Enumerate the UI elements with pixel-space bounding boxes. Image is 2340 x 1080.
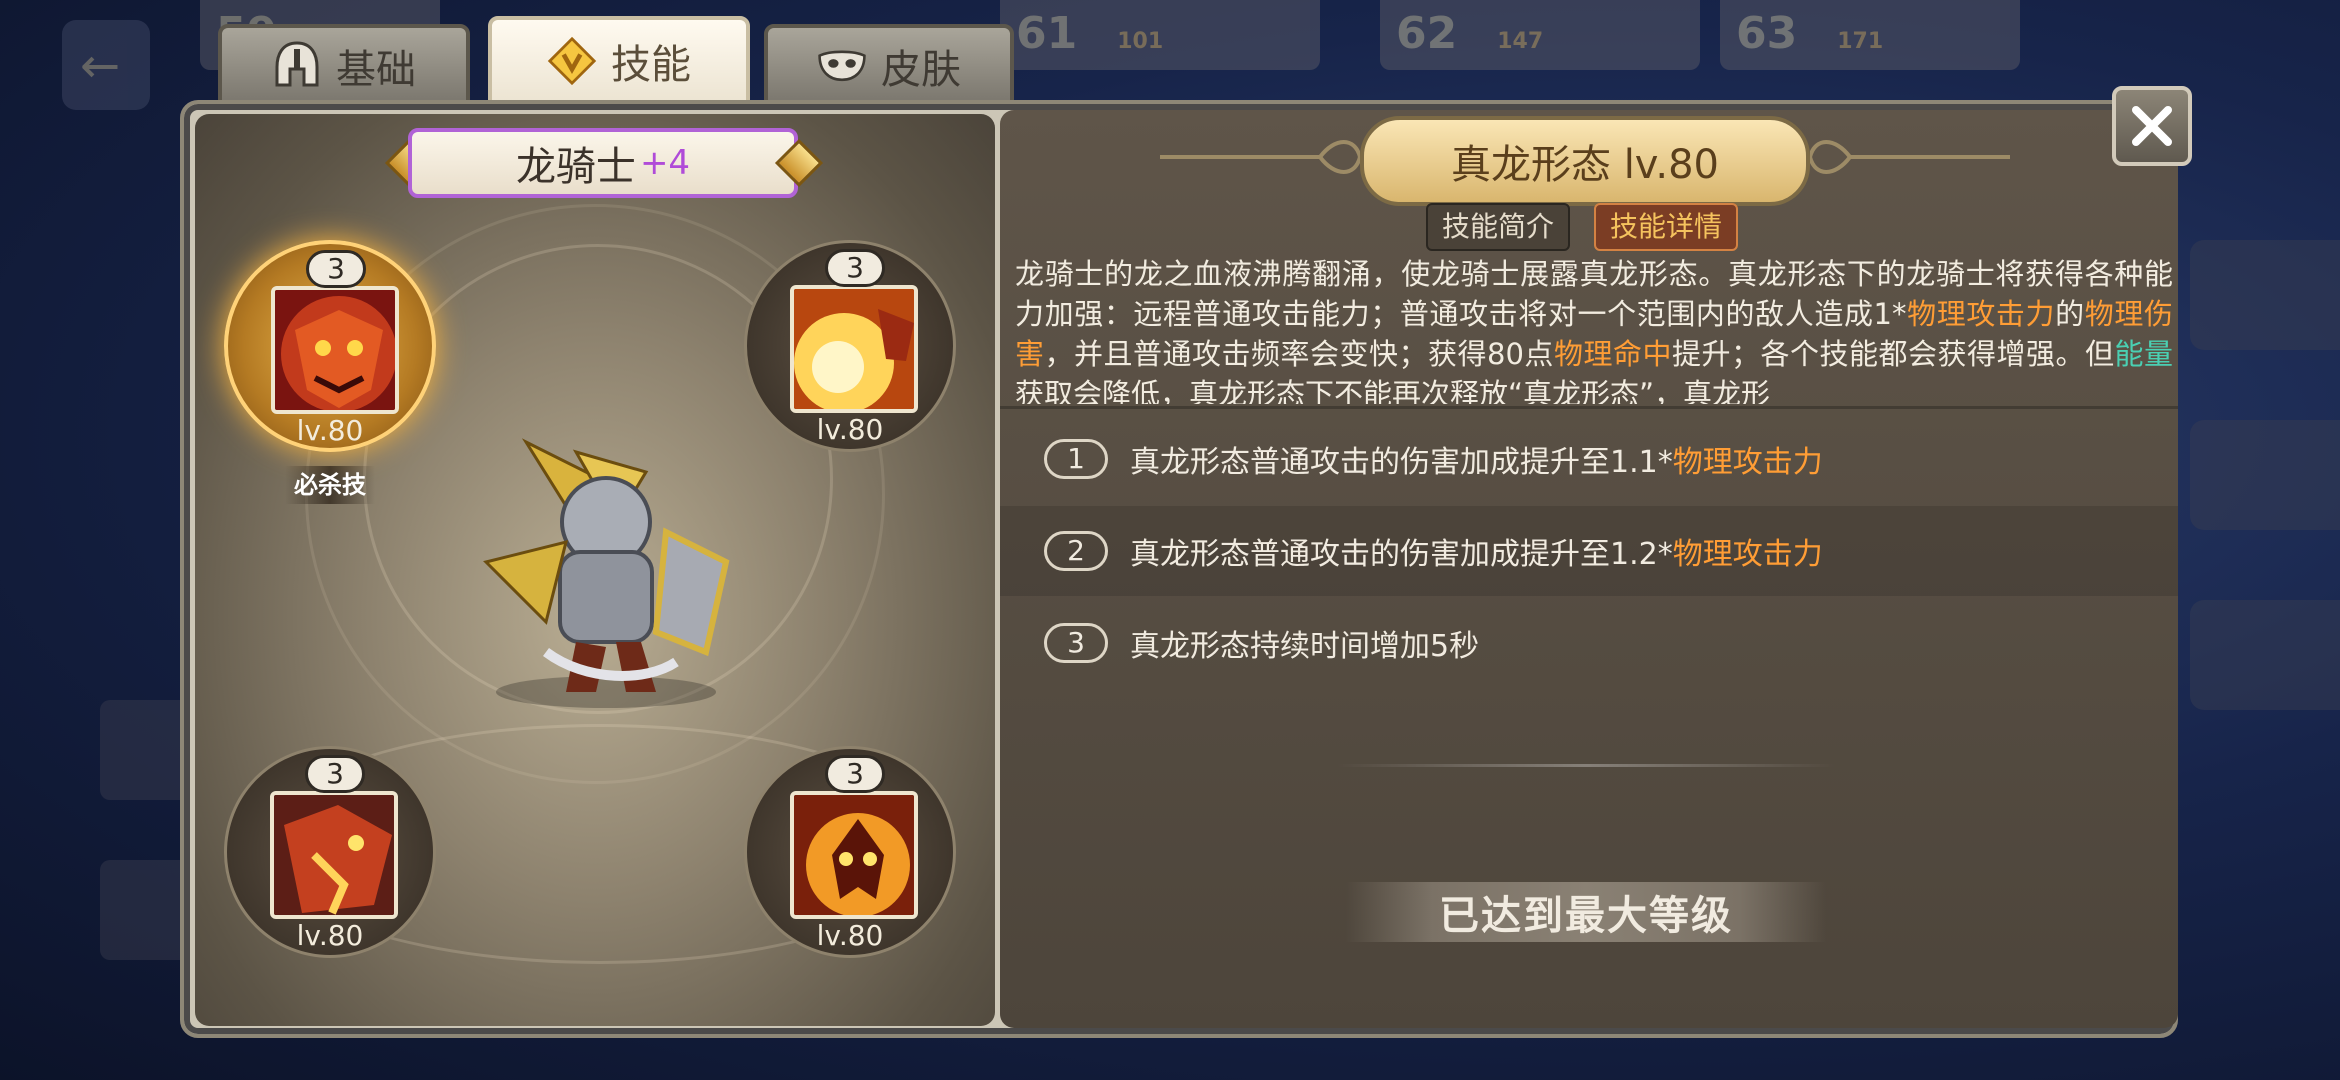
skill-slot-ultimate[interactable]: 3 lv.80 bbox=[224, 240, 436, 452]
background-card: 62 147 bbox=[1380, 0, 1700, 70]
title-ornament-icon bbox=[1160, 140, 1360, 174]
description-highlight: 物理命中 bbox=[1553, 337, 1672, 371]
upgrade-row: 3 真龙形态持续时间增加5秒 bbox=[1000, 598, 2178, 688]
background-side-item bbox=[2190, 600, 2340, 710]
upgrade-number: 3 bbox=[1044, 623, 1108, 663]
skill-badge-icon bbox=[547, 36, 597, 86]
background-side-item bbox=[2190, 420, 2340, 530]
red-dragon-skill-icon bbox=[271, 286, 399, 414]
skill-level: lv.80 bbox=[816, 919, 884, 952]
game-screen: ← 59 61101 62147 63171 基础 技能 皮肤 龙骑士+4 bbox=[0, 0, 2340, 1080]
flame-dragon-head-skill-icon bbox=[790, 791, 918, 919]
skill-description[interactable]: 龙骑士的龙之血液沸腾翻涌，使龙骑士展露真龙形态。真龙形态下的龙骑士将获得各种能力… bbox=[1015, 254, 2173, 404]
background-card: 61 101 bbox=[1000, 0, 1320, 70]
upgrade-row: 1 真龙形态普通攻击的伤害加成提升至1.1* 物理攻击力 bbox=[1000, 414, 2178, 504]
dragon-knight-skill-icon bbox=[270, 791, 398, 919]
background-card: 63 171 bbox=[1720, 0, 2020, 70]
upgrade-highlight: 物理攻击力 bbox=[1672, 537, 1823, 572]
skill-count-badge: 3 bbox=[305, 755, 365, 793]
ornament-divider bbox=[1336, 764, 1836, 767]
tab-label: 皮肤 bbox=[881, 47, 961, 93]
description-highlight: 物理攻击力 bbox=[1906, 297, 2056, 331]
helmet-icon bbox=[272, 41, 322, 91]
upgrade-row: 2 真龙形态普通攻击的伤害加成提升至1.2* 物理攻击力 bbox=[1000, 506, 2178, 596]
background-side-item bbox=[100, 860, 190, 960]
close-button[interactable] bbox=[2112, 86, 2192, 166]
background-side-item bbox=[2190, 240, 2340, 350]
description-highlight: 能量 bbox=[2114, 337, 2173, 371]
tab-basic[interactable]: 基础 bbox=[218, 24, 470, 108]
tab-skills[interactable]: 技能 bbox=[488, 16, 750, 106]
tab-label: 技能 bbox=[611, 42, 691, 88]
close-icon bbox=[2132, 106, 2172, 146]
dragon-knight-hero-figure bbox=[456, 412, 756, 712]
skill-slot-2[interactable]: 3 lv.80 bbox=[744, 240, 956, 452]
hero-name-plate: 龙骑士 +4 bbox=[408, 128, 798, 198]
skill-level: lv.80 bbox=[296, 414, 364, 447]
skill-level: lv.80 bbox=[296, 919, 364, 952]
upgrade-text: 真龙形态普通攻击的伤害加成提升至1.1* bbox=[1130, 445, 1673, 480]
background-side-item bbox=[100, 700, 190, 800]
max-level-indicator: 已达到最大等级 bbox=[1346, 882, 1826, 942]
skill-slot-3[interactable]: 3 lv.80 bbox=[224, 746, 436, 958]
tab-label: 基础 bbox=[336, 47, 416, 93]
dragon-fire-breath-skill-icon bbox=[790, 285, 918, 413]
hero-plus-level: +4 bbox=[639, 143, 691, 183]
upgrade-highlight: 物理攻击力 bbox=[1672, 445, 1823, 480]
tab-skins[interactable]: 皮肤 bbox=[764, 24, 1014, 108]
title-ornament-icon bbox=[1810, 140, 2010, 174]
ultimate-skill-tag: 必杀技 bbox=[285, 466, 375, 504]
tab-skill-summary[interactable]: 技能简介 bbox=[1426, 203, 1571, 251]
upgrade-text: 真龙形态普通攻击的伤害加成提升至1.2* bbox=[1130, 537, 1673, 572]
mask-icon bbox=[817, 41, 867, 91]
back-arrow-icon: ← bbox=[80, 38, 121, 94]
description-text: ，并且普通攻击频率会变快；获得80点 bbox=[1044, 337, 1554, 371]
divider bbox=[1000, 406, 2178, 409]
skill-count-badge: 3 bbox=[825, 755, 885, 793]
upgrade-text: 真龙形态持续时间增加5秒 bbox=[1130, 629, 1480, 664]
tab-skill-details[interactable]: 技能详情 bbox=[1594, 203, 1739, 251]
hero-name: 龙骑士 bbox=[515, 144, 636, 190]
description-text: 获取会降低，真龙形态下不能再次释放“真龙形态”，真龙形 bbox=[1015, 377, 1771, 404]
description-text: 提升；各个技能都会获得增强。但 bbox=[1671, 337, 2115, 371]
skill-level: lv.80 bbox=[816, 413, 884, 446]
skill-count-badge: 3 bbox=[306, 250, 366, 288]
back-button[interactable]: ← bbox=[62, 20, 150, 110]
skill-title: 真龙形态 lv.80 bbox=[1360, 116, 1810, 206]
upgrade-number: 1 bbox=[1044, 439, 1108, 479]
skill-slot-4[interactable]: 3 lv.80 bbox=[744, 746, 956, 958]
upgrade-number: 2 bbox=[1044, 531, 1108, 571]
skill-count-badge: 3 bbox=[825, 249, 885, 287]
description-text: 的 bbox=[2055, 297, 2085, 331]
